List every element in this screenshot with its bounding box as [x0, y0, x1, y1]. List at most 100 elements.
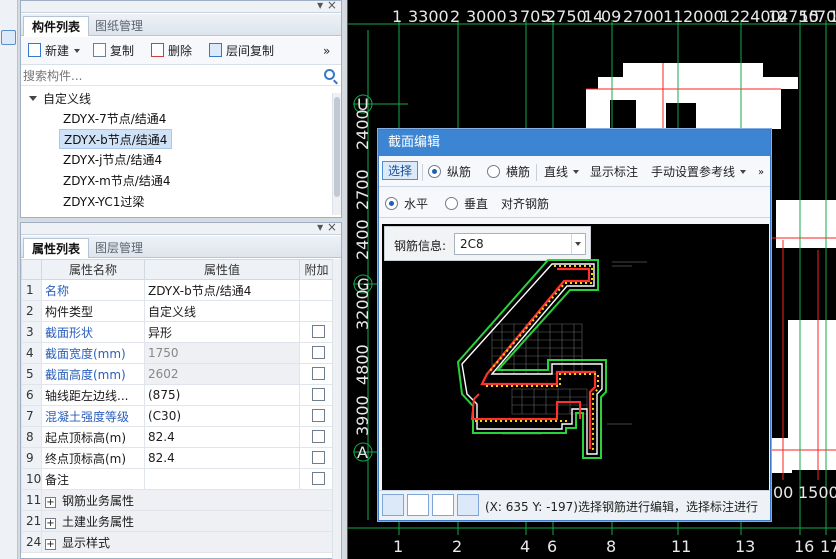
table-row[interactable]: 5 截面高度(mm) 2602: [21, 363, 334, 385]
chevron-down-icon: [573, 170, 580, 174]
angle-line-icon[interactable]: [407, 494, 429, 516]
table-row[interactable]: 8 起点顶标高(m) 82.4: [21, 426, 334, 448]
property-value[interactable]: 82.4: [144, 426, 300, 448]
tab-layer-manager[interactable]: 图层管理: [87, 238, 151, 258]
dimension-icon[interactable]: [457, 494, 479, 516]
checkbox[interactable]: [312, 346, 325, 359]
property-value[interactable]: 异形: [144, 321, 300, 343]
group-name[interactable]: + 显示样式: [41, 531, 334, 553]
property-value[interactable]: (875): [144, 384, 300, 406]
property-extra: [299, 363, 334, 385]
select-button[interactable]: 选择: [382, 161, 419, 180]
checkbox[interactable]: [312, 367, 325, 380]
property-value[interactable]: [144, 468, 300, 490]
col-header-value: 属性值: [144, 259, 300, 280]
toolbar-more-button[interactable]: »: [323, 42, 330, 60]
table-row[interactable]: 3 截面形状 异形: [21, 321, 334, 343]
group-name[interactable]: + 土建业务属性: [41, 510, 334, 532]
transverse-radio[interactable]: 横筋: [487, 163, 530, 182]
pin-icon[interactable]: ▾ ×: [317, 220, 337, 234]
copy-button[interactable]: 复制: [93, 42, 134, 60]
group-row[interactable]: 24 + 显示样式: [21, 531, 334, 553]
tree-item[interactable]: ZDYX-7节点/结通4: [59, 109, 170, 129]
dialog-title[interactable]: 截面编辑: [379, 130, 770, 156]
checkbox[interactable]: [312, 388, 325, 401]
tree-item-selected[interactable]: ZDYX-b节点/结通4: [59, 129, 173, 149]
expand-plus-icon[interactable]: +: [45, 517, 56, 529]
dimension-label: 3200: [353, 289, 372, 330]
floor-copy-button[interactable]: 层间复制: [209, 42, 274, 60]
table-row[interactable]: 4 截面宽度(mm) 1750: [21, 342, 334, 364]
property-value[interactable]: 1750: [144, 342, 300, 364]
search-input[interactable]: [23, 67, 319, 84]
search-icon[interactable]: [324, 69, 335, 80]
tree-root[interactable]: 自定义线: [29, 90, 91, 108]
group-label: 钢筋业务属性: [62, 493, 135, 508]
dialog-toolbar-more[interactable]: »: [758, 163, 764, 182]
property-value[interactable]: 82.4: [144, 447, 300, 469]
expand-plus-icon[interactable]: +: [45, 496, 56, 508]
checkbox[interactable]: [312, 325, 325, 338]
table-row[interactable]: 1 名称 ZDYX-b节点/结通4: [21, 279, 334, 301]
bottom-axis-labels: 1 2 46 8 11 13 16 17: [393, 537, 836, 556]
tree-item[interactable]: ZDYX-YC1过梁: [59, 192, 148, 212]
tab-component-list[interactable]: 构件列表: [23, 16, 90, 36]
longitudinal-radio[interactable]: 纵筋: [428, 163, 471, 182]
table-row[interactable]: 9 终点顶标高(m) 82.4: [21, 447, 334, 469]
property-name: 截面形状: [41, 321, 145, 343]
horizontal-radio[interactable]: 水平: [385, 195, 428, 214]
tab-property-list[interactable]: 属性列表: [23, 238, 90, 258]
checkbox[interactable]: [312, 409, 325, 422]
tree-scrollbar[interactable]: [332, 93, 341, 215]
table-row[interactable]: 7 混凝土强度等级 (C30): [21, 405, 334, 427]
group-row[interactable]: 21 + 土建业务属性: [21, 510, 334, 532]
delete-button[interactable]: 删除: [151, 42, 192, 60]
radio-checked-icon: [428, 165, 441, 178]
row-number: 11: [21, 489, 42, 511]
row-number: 10: [21, 468, 42, 490]
axis-label: 2: [450, 7, 460, 26]
tree-item[interactable]: ZDYX-m节点/结通4: [59, 171, 174, 191]
tree-item[interactable]: ZDYX-j节点/结通4: [59, 150, 166, 170]
axis-label: 11: [671, 537, 691, 556]
property-value[interactable]: 自定义线: [144, 300, 300, 322]
group-name[interactable]: + 钢筋业务属性: [41, 489, 334, 511]
orthogonal-icon[interactable]: [382, 494, 404, 516]
new-button[interactable]: 新建: [28, 42, 81, 60]
property-value[interactable]: (C30): [144, 405, 300, 427]
layout-icon[interactable]: [1, 30, 16, 45]
axis-label: 1: [393, 537, 403, 556]
row-number: 24: [21, 531, 42, 553]
property-scrollbar[interactable]: [332, 259, 341, 559]
perpendicular-icon[interactable]: [432, 494, 454, 516]
component-tabs: 构件列表 图纸管理: [21, 14, 341, 36]
checkbox[interactable]: [312, 451, 325, 464]
vertical-radio[interactable]: 垂直: [445, 195, 488, 214]
radio-checked-icon: [385, 197, 398, 210]
show-annotation-button[interactable]: 显示标注: [590, 163, 638, 182]
checkbox[interactable]: [312, 430, 325, 443]
left-dimension-labels: 2400 2700 2400 3200 4800 3900: [353, 109, 372, 436]
pin-icon[interactable]: ▾ ×: [317, 0, 337, 12]
table-row[interactable]: 2 构件类型 自定义线: [21, 300, 334, 322]
table-row[interactable]: 6 轴线距左边线... (875): [21, 384, 334, 406]
property-value[interactable]: ZDYX-b节点/结通4: [144, 279, 300, 301]
property-value[interactable]: 2602: [144, 363, 300, 385]
property-name: 混凝土强度等级: [41, 405, 145, 427]
expand-arrow-icon[interactable]: [29, 96, 37, 101]
section-canvas[interactable]: 钢筋信息: 2C8: [382, 224, 769, 490]
align-rebar-button[interactable]: 对齐钢筋: [501, 195, 549, 214]
copy-icon: [93, 43, 106, 57]
property-extra: [299, 342, 334, 364]
dimension-label: 2700: [353, 169, 372, 210]
axis-label: 4: [520, 537, 530, 556]
expand-plus-icon[interactable]: +: [45, 538, 56, 550]
manual-ref-line-dropdown[interactable]: 手动设置参考线: [651, 163, 747, 182]
axis-label: 2750: [546, 7, 587, 26]
group-row[interactable]: 11 + 钢筋业务属性: [21, 489, 334, 511]
checkbox[interactable]: [312, 472, 325, 485]
line-mode-dropdown[interactable]: 直线: [544, 163, 580, 182]
property-name: 起点顶标高(m): [41, 426, 145, 448]
table-row[interactable]: 10 备注: [21, 468, 334, 490]
tab-drawing-manager[interactable]: 图纸管理: [87, 16, 151, 36]
